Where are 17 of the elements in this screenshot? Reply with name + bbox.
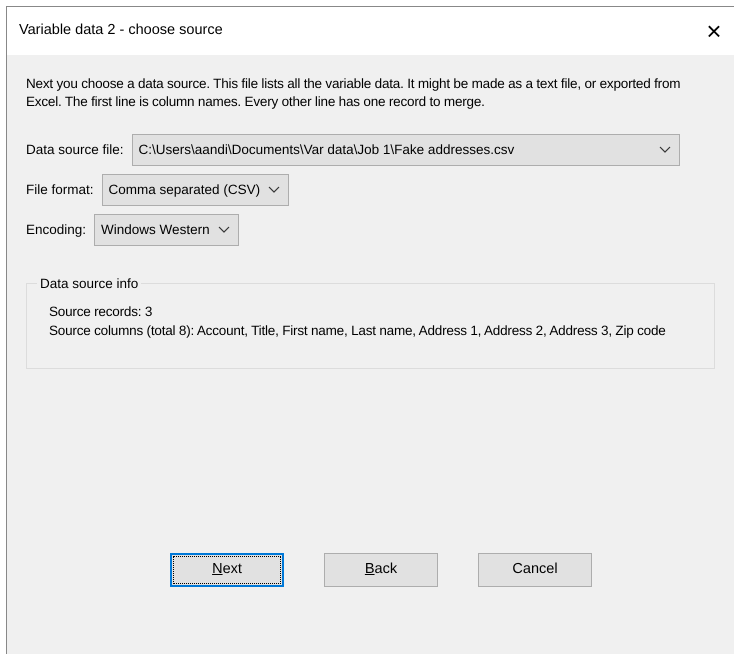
- intro-text: Next you choose a data source. This file lists all the variable data. It might be made as a text file, or exported from Excel. The first line is column names. Every other line has one record to merge.: [26, 75, 682, 111]
- dialog-button[interactable]: Next: [170, 553, 284, 587]
- field-label: Encoding:: [26, 220, 86, 239]
- dropdown[interactable]: C:\Users\aandi\Documents\Var data\Job 1\Fake addresses.csv: [132, 134, 680, 166]
- chevron-icon: [218, 226, 230, 234]
- chevron-icon: [268, 186, 280, 194]
- field-label: File format:: [26, 180, 94, 199]
- dialog-button[interactable]: Back: [324, 553, 438, 587]
- dialog-button[interactable]: Cancel: [478, 553, 592, 587]
- dropdown[interactable]: Windows Western: [94, 214, 239, 246]
- chevron-icon: [658, 146, 671, 154]
- dropdown[interactable]: Comma separated (CSV): [102, 174, 290, 206]
- close-button[interactable]: ×: [700, 17, 728, 45]
- window-title: Variable data 2 - choose source: [19, 21, 223, 40]
- info-text: Source columns (total 8): Account, Title, First name, Last name, Address 1, Address 2, Address 3, Zip code: [49, 322, 667, 340]
- info-text: Source records: 3: [49, 303, 154, 321]
- field-label: Data source file:: [26, 140, 124, 159]
